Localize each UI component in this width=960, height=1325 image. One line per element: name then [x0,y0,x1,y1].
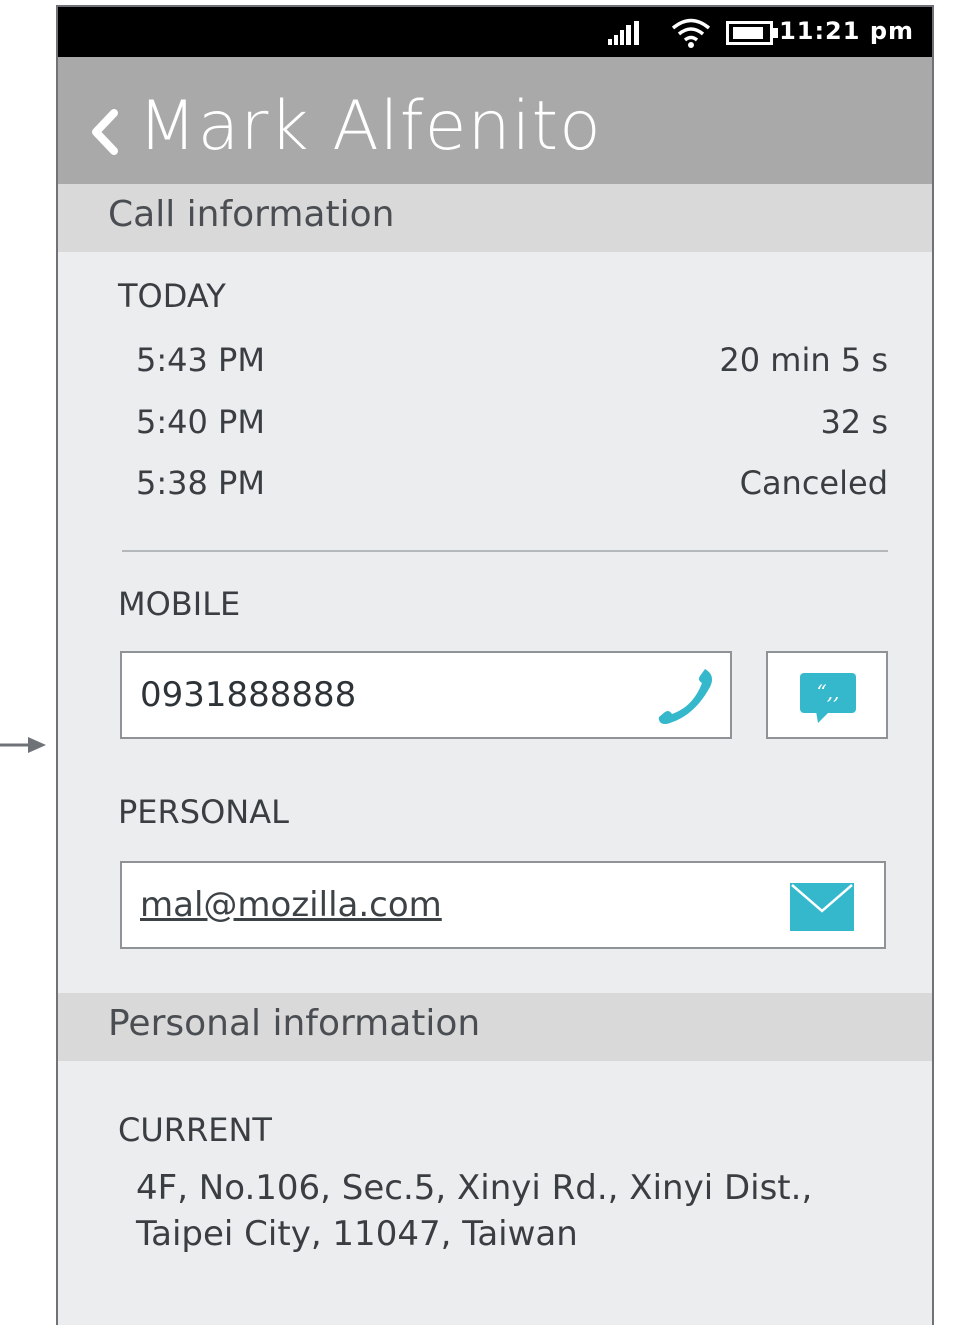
section-title: Call information [108,194,395,235]
address-line-2: Taipei City, 11047, Taiwan [136,1214,578,1254]
mobile-label: MOBILE [118,585,241,623]
call-group-label: TODAY [118,277,226,315]
divider [122,550,888,552]
call-duration: Canceled [739,464,888,502]
page-title: Mark Alfenito [138,87,602,166]
send-message-button[interactable]: “,, [766,651,888,739]
address-line-1: 4F, No.106, Sec.5, Xinyi Rd., Xinyi Dist… [136,1168,813,1208]
address-label: CURRENT [118,1111,272,1149]
call-time: 5:43 PM [136,341,265,379]
chevron-left-icon[interactable] [88,105,122,159]
signal-icon [608,21,639,45]
mobile-number-field[interactable]: 0931888888 [120,651,732,739]
email-link[interactable]: mal@mozilla.com [140,885,442,925]
personal-label: PERSONAL [118,793,289,831]
app-header: Mark Alfenito [58,57,932,184]
email-field[interactable]: mal@mozilla.com [120,861,886,949]
call-duration: 32 s [820,403,888,441]
status-time: 11:21 pm [779,17,914,45]
address-text: 4F, No.106, Sec.5, Xinyi Rd., Xinyi Dist… [136,1165,896,1257]
wifi-icon [671,18,711,48]
call-time: 5:38 PM [136,464,265,502]
call-duration: 20 min 5 s [719,341,888,379]
envelope-icon[interactable] [790,883,854,931]
arrow-right-icon [0,737,46,753]
phone-icon[interactable] [656,665,718,727]
call-time: 5:40 PM [136,403,265,441]
message-bubble-icon: “,, [800,673,856,723]
section-title: Personal information [108,1003,481,1044]
section-personal-information: Personal information [58,993,932,1061]
status-bar: 11:21 pm [58,7,932,57]
phone-screen: 11:21 pm Mark Alfenito Call information … [56,5,934,1325]
mobile-number: 0931888888 [140,675,357,715]
battery-icon [726,21,778,45]
svg-text:“,,: “,, [817,680,840,704]
section-call-information: Call information [58,184,932,252]
